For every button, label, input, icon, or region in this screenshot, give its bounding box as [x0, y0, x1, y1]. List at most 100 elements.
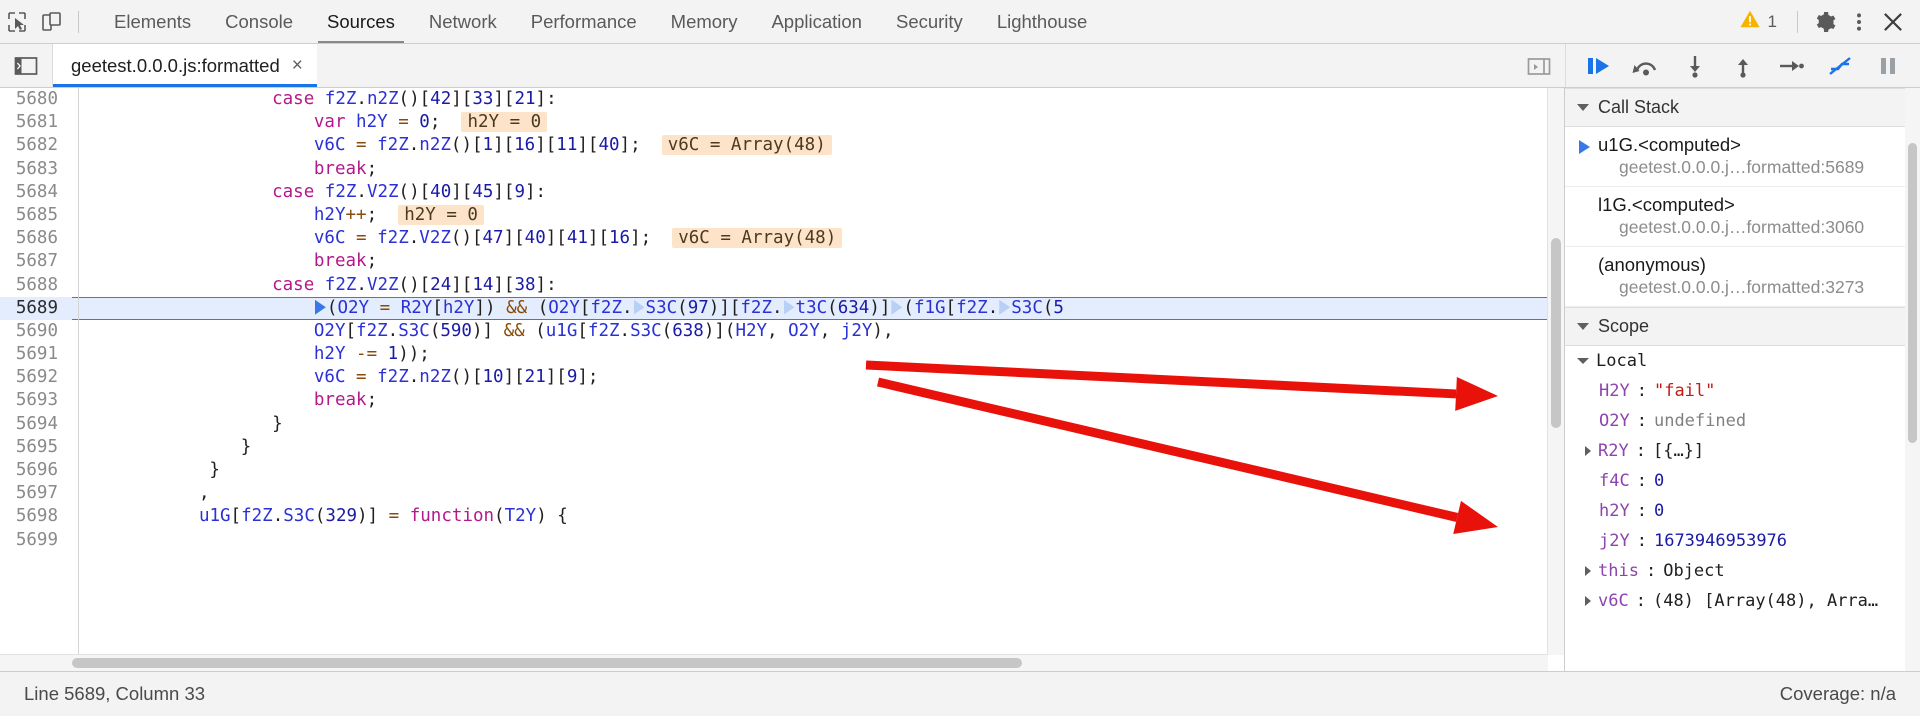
line-number[interactable]: 5694: [0, 412, 72, 436]
kebab-menu-icon[interactable]: [1842, 6, 1876, 38]
code-line-text[interactable]: case f2Z.V2Z()[40][45][9]:: [72, 181, 546, 204]
code-line[interactable]: 5697,: [0, 482, 1564, 506]
code-line-text[interactable]: case f2Z.V2Z()[24][14][38]:: [72, 274, 557, 297]
code-line[interactable]: 5686 v6C = f2Z.V2Z()[47][40][41][16]; v6C…: [0, 227, 1564, 251]
line-number[interactable]: 5687: [0, 250, 72, 274]
inspect-cursor-icon[interactable]: [0, 6, 34, 38]
scope-variable-value[interactable]: [{…}]: [1653, 441, 1704, 461]
warning-badge[interactable]: 1: [1729, 8, 1787, 35]
code-line[interactable]: 5690 O2Y[f2Z.S3C(590)] && (u1G[f2Z.S3C(63…: [0, 319, 1564, 344]
call-stack-location[interactable]: geetest.0.0.0.j…formatted:3060: [1579, 217, 1910, 238]
scope-variable-value[interactable]: undefined: [1654, 411, 1746, 431]
code-line[interactable]: 5687 break;: [0, 250, 1564, 274]
code-line-text[interactable]: h2Y -= 1));: [72, 343, 430, 366]
editor-vertical-scroll-thumb[interactable]: [1551, 238, 1561, 428]
line-number[interactable]: 5690: [0, 319, 72, 344]
code-line[interactable]: 5688 case f2Z.V2Z()[24][14][38]:: [0, 273, 1564, 297]
code-line-text[interactable]: v6C = f2Z.V2Z()[47][40][41][16]; v6C = A…: [72, 227, 843, 250]
code-line-text[interactable]: O2Y[f2Z.S3C(590)] && (u1G[f2Z.S3C(638)](…: [72, 320, 894, 343]
tab-security[interactable]: Security: [879, 0, 980, 43]
call-stack-frame[interactable]: l1G.<computed> geetest.0.0.0.j…formatted:…: [1565, 187, 1920, 247]
editor-vertical-scrollbar[interactable]: [1547, 88, 1564, 655]
code-line-current[interactable]: 5689 (O2Y = R2Y[h2Y]) && (O2Y[f2Z. S3C(97)…: [0, 296, 1564, 321]
code-line-text[interactable]: }: [72, 459, 220, 482]
chevron-right-icon[interactable]: [1585, 596, 1591, 606]
scope-section-header[interactable]: Scope: [1565, 307, 1920, 346]
line-number[interactable]: 5695: [0, 435, 72, 460]
show-debugger-sidebar-icon[interactable]: [1513, 44, 1565, 87]
editor-horizontal-scroll-thumb[interactable]: [72, 658, 1022, 668]
line-number[interactable]: 5682: [0, 134, 72, 158]
code-line-text[interactable]: }: [72, 436, 252, 459]
device-toolbar-icon[interactable]: [34, 6, 68, 38]
line-number[interactable]: 5686: [0, 227, 72, 251]
step-button[interactable]: [1771, 47, 1811, 85]
code-line[interactable]: 5695}: [0, 435, 1564, 460]
line-number[interactable]: 5698: [0, 505, 72, 529]
scope-variable-value[interactable]: (48) [Array(48), Arra…: [1653, 591, 1878, 611]
line-number[interactable]: 5688: [0, 273, 72, 297]
code-line[interactable]: 5684 case f2Z.V2Z()[40][45][9]:: [0, 180, 1564, 204]
tab-sources[interactable]: Sources: [310, 0, 412, 43]
line-number[interactable]: 5697: [0, 482, 72, 506]
deactivate-breakpoints-button[interactable]: [1820, 47, 1860, 85]
resume-script-execution-button[interactable]: [1578, 47, 1618, 85]
code-line[interactable]: 5691 h2Y -= 1));: [0, 343, 1564, 367]
scope-variable-value[interactable]: 0: [1654, 471, 1664, 491]
call-stack-location[interactable]: geetest.0.0.0.j…formatted:5689: [1579, 157, 1910, 178]
code-line-text[interactable]: }: [72, 413, 283, 436]
call-stack-section-header[interactable]: Call Stack: [1565, 88, 1920, 127]
tab-lighthouse[interactable]: Lighthouse: [980, 0, 1105, 43]
line-number[interactable]: 5684: [0, 180, 72, 204]
coverage-status[interactable]: Coverage: n/a: [1780, 683, 1896, 705]
code-line-text[interactable]: (O2Y = R2Y[h2Y]) && (O2Y[f2Z. S3C(97)][f2…: [72, 297, 1064, 320]
code-scroll-area[interactable]: 5680 case f2Z.n2Z()[42][33][21]: 5681 var h…: [0, 88, 1564, 671]
scope-variable-row[interactable]: v6C: (48) [Array(48), Arra…: [1565, 586, 1920, 616]
code-line-text[interactable]: v6C = f2Z.n2Z()[10][21][9];: [72, 366, 599, 389]
call-stack-frame[interactable]: (anonymous) geetest.0.0.0.j…formatted:327…: [1565, 247, 1920, 307]
line-number[interactable]: 5683: [0, 157, 72, 181]
line-number[interactable]: 5689: [0, 296, 72, 320]
tab-performance[interactable]: Performance: [514, 0, 654, 43]
line-number[interactable]: 5681: [0, 111, 72, 135]
code-line[interactable]: 5699: [0, 528, 1564, 552]
code-line-text[interactable]: break;: [72, 250, 377, 273]
gear-icon[interactable]: [1808, 6, 1842, 38]
scope-variable-row[interactable]: O2Y: undefined: [1565, 406, 1920, 436]
code-line[interactable]: 5698 u1G[f2Z.S3C(329)] = function(T2Y) {: [0, 505, 1564, 529]
code-line-text[interactable]: v6C = f2Z.n2Z()[1][16][11][40]; v6C = Ar…: [72, 134, 832, 157]
scope-variable-row[interactable]: j2Y:1673946953976: [1565, 526, 1920, 556]
code-line[interactable]: 5693 break;: [0, 389, 1564, 413]
step-out-of-current-function-button[interactable]: [1723, 47, 1763, 85]
line-number[interactable]: 5693: [0, 389, 72, 413]
file-tab-close-icon[interactable]: ×: [292, 56, 303, 75]
line-number[interactable]: 5699: [0, 528, 72, 552]
code-line-text[interactable]: h2Y++; h2Y = 0: [72, 204, 484, 227]
show-navigator-icon[interactable]: [0, 44, 53, 87]
step-over-next-function-call-button[interactable]: [1626, 47, 1666, 85]
step-into-next-function-call-button[interactable]: [1675, 47, 1715, 85]
editor-horizontal-scrollbar[interactable]: [0, 654, 1548, 671]
sidebar-scroll-thumb[interactable]: [1908, 143, 1917, 443]
scope-variable-row[interactable]: H2Y: "fail": [1565, 376, 1920, 406]
scope-variable-row[interactable]: R2Y: [{…}]: [1565, 436, 1920, 466]
code-line[interactable]: 5692 v6C = f2Z.n2Z()[10][21][9];: [0, 366, 1564, 390]
code-line[interactable]: 5682 v6C = f2Z.n2Z()[1][16][11][40]; v6C …: [0, 134, 1564, 158]
tab-console[interactable]: Console: [208, 0, 310, 43]
file-tab-geetest[interactable]: geetest.0.0.0.js:formatted ×: [53, 44, 317, 87]
code-line-text[interactable]: var h2Y = 0; h2Y = 0: [72, 111, 548, 134]
line-number[interactable]: 5685: [0, 203, 72, 228]
close-icon[interactable]: [1876, 6, 1910, 38]
code-line[interactable]: 5680 case f2Z.n2Z()[42][33][21]:: [0, 88, 1564, 112]
call-stack-location[interactable]: geetest.0.0.0.j…formatted:3273: [1579, 277, 1910, 298]
chevron-right-icon[interactable]: [1585, 566, 1591, 576]
line-number[interactable]: 5696: [0, 459, 72, 483]
code-line[interactable]: 5696}: [0, 459, 1564, 483]
tab-elements[interactable]: Elements: [97, 0, 208, 43]
pause-on-exceptions-button[interactable]: [1868, 47, 1908, 85]
tab-application[interactable]: Application: [754, 0, 879, 43]
code-line[interactable]: 5681 var h2Y = 0; h2Y = 0: [0, 111, 1564, 135]
sidebar-scrollbar[interactable]: [1905, 88, 1920, 671]
tab-network[interactable]: Network: [412, 0, 514, 43]
tab-memory[interactable]: Memory: [654, 0, 755, 43]
